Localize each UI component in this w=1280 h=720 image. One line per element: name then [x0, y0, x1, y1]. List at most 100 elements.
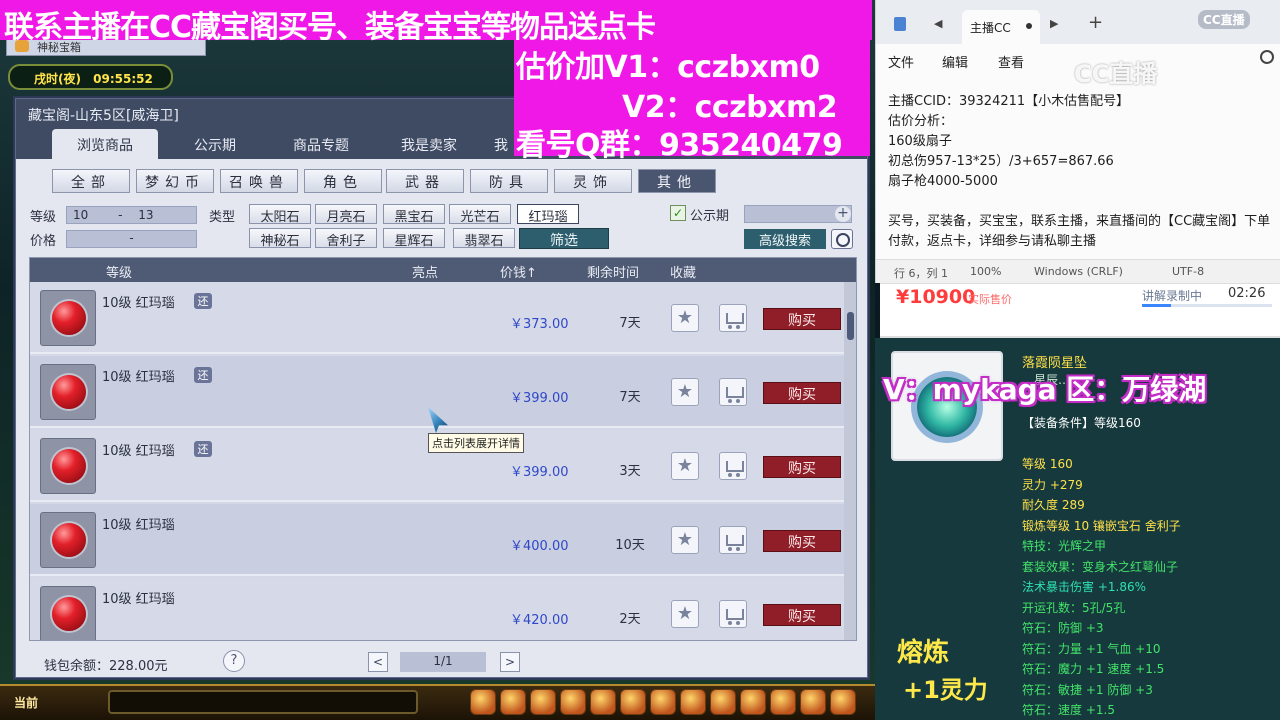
type-light-stone[interactable]: 光芒石 — [449, 204, 511, 225]
chevron-left-icon[interactable]: ◀ — [934, 17, 942, 30]
chat-input[interactable] — [108, 690, 418, 714]
current-channel-label[interactable]: 当前 — [14, 694, 38, 711]
buy-button[interactable]: 购买 — [763, 604, 841, 626]
star-icon[interactable]: ★ — [671, 378, 699, 406]
type-red-agate[interactable]: 红玛瑙 — [517, 204, 579, 225]
filter-button[interactable]: 筛选 — [519, 228, 609, 249]
type-sarira[interactable]: 舍利子 — [315, 228, 377, 249]
table-row[interactable]: 10级 红玛瑙 ￥400.00 10天 ★ 购买 — [30, 504, 845, 576]
star-icon[interactable]: ★ — [671, 304, 699, 332]
level-range-input[interactable]: 10 - 13 — [66, 206, 197, 224]
unsaved-dot-icon[interactable] — [1026, 23, 1032, 29]
shop-icon[interactable] — [710, 689, 736, 715]
type-sunstone[interactable]: 太阳石 — [249, 204, 311, 225]
buy-button[interactable]: 购买 — [763, 456, 841, 478]
cart-icon[interactable] — [719, 378, 747, 406]
public-period-checkbox[interactable]: ✓ — [670, 205, 686, 221]
col-time-left[interactable]: 剩余时间 — [587, 262, 639, 281]
buy-button[interactable]: 购买 — [763, 382, 841, 404]
tab-topics[interactable]: 商品专题 — [268, 129, 374, 159]
zoom-level: 100% — [970, 265, 1002, 278]
notepad-tab[interactable]: 主播CC — [962, 10, 1040, 44]
bag-icon[interactable] — [500, 689, 526, 715]
category-pets[interactable]: 召唤兽 — [220, 169, 298, 193]
smile-icon[interactable] — [800, 689, 826, 715]
tab-public[interactable]: 公示期 — [162, 129, 268, 159]
plus-icon[interactable]: + — [835, 206, 851, 222]
category-accessories[interactable]: 灵饰 — [554, 169, 632, 193]
item-name: 10级 红玛瑙 — [102, 592, 175, 607]
cart-icon[interactable] — [719, 452, 747, 480]
guild-icon[interactable] — [590, 689, 616, 715]
help-icon[interactable]: ? — [223, 650, 245, 672]
buy-button[interactable]: 购买 — [763, 308, 841, 330]
cart-icon[interactable] — [719, 526, 747, 554]
menu-view[interactable]: 查看 — [998, 52, 1024, 71]
gift-icon[interactable] — [770, 689, 796, 715]
tab-mine[interactable]: 我 — [486, 129, 516, 159]
type-black-gem[interactable]: 黑宝石 — [383, 204, 445, 225]
item-price: ￥399.00 — [510, 391, 569, 406]
item-stat-line: 等级 160 — [1022, 457, 1073, 471]
category-armor[interactable]: 防具 — [470, 169, 548, 193]
clock-icon[interactable] — [831, 229, 853, 249]
type-moonstone[interactable]: 月亮石 — [315, 204, 377, 225]
friend-icon[interactable] — [680, 689, 706, 715]
cart-icon[interactable] — [719, 304, 747, 332]
menu-edit[interactable]: 编辑 — [942, 52, 968, 71]
next-page-button[interactable]: > — [500, 652, 520, 672]
notepad-text-area[interactable]: 主播CCID：39324211【小木估售配号】 估价分析： 160级扇子 初总伤… — [888, 92, 1273, 252]
treasure-pavilion-window: 藏宝阁-山东5区[威海卫] 浏览商品 公示期 商品专题 我是卖家 我 全部 梦幻… — [15, 98, 868, 678]
cursor-position: 行 6，列 1 — [894, 267, 948, 280]
prev-page-button[interactable]: < — [368, 652, 388, 672]
level-separator: - — [118, 208, 123, 222]
item-price: ￥420.00 — [510, 613, 569, 628]
category-all[interactable]: 全部 — [52, 169, 130, 193]
team-icon[interactable] — [560, 689, 586, 715]
tab-browse[interactable]: 浏览商品 — [52, 129, 158, 159]
price-range-input[interactable]: - — [66, 230, 197, 248]
item-stat-line: 特技：光辉之甲 — [1022, 539, 1107, 553]
level-from: 10 — [73, 208, 89, 222]
col-highlight[interactable]: 亮点 — [412, 262, 438, 281]
menu-file[interactable]: 文件 — [888, 52, 914, 71]
col-price[interactable]: 价钱↑ — [500, 262, 537, 281]
settings-icon[interactable] — [830, 689, 856, 715]
category-weapons[interactable]: 武器 — [386, 169, 464, 193]
star-icon[interactable]: ★ — [671, 600, 699, 628]
pet-icon[interactable] — [530, 689, 556, 715]
cart-icon[interactable] — [719, 600, 747, 628]
type-emerald[interactable]: 翡翠石 — [453, 228, 515, 249]
type-star-stone[interactable]: 星辉石 — [383, 228, 445, 249]
star-icon[interactable]: ★ — [671, 452, 699, 480]
advanced-search-button[interactable]: 高级搜索 — [744, 229, 826, 249]
note-line: 扇子枪4000-5000 — [888, 174, 998, 189]
new-tab-icon[interactable]: + — [1088, 12, 1103, 33]
table-row[interactable]: 10级 红玛瑙 还 ￥373.00 7天 ★ 购买 — [30, 282, 845, 354]
cc-watermark: CC直播 — [1074, 60, 1158, 88]
category-coins[interactable]: 梦幻币 — [136, 169, 214, 193]
page-indicator: 1/1 — [400, 652, 486, 672]
map-icon[interactable] — [740, 689, 766, 715]
category-other[interactable]: 其他 — [638, 169, 716, 193]
item-time-left: 10天 — [615, 538, 645, 553]
item-name: 10级 红玛瑙 — [102, 296, 175, 311]
list-scrollbar[interactable] — [844, 282, 856, 640]
clock-time: 09:55:52 — [93, 72, 153, 86]
type-mystic-stone[interactable]: 神秘石 — [249, 228, 311, 249]
chevron-right-icon[interactable]: ▶ — [1050, 17, 1058, 30]
gear-icon[interactable] — [1260, 50, 1274, 64]
quest-icon[interactable] — [620, 689, 646, 715]
red-agate-icon — [52, 301, 86, 335]
col-level[interactable]: 等级 — [106, 262, 132, 281]
mail-icon[interactable] — [650, 689, 676, 715]
tab-seller[interactable]: 我是卖家 — [376, 129, 482, 159]
star-icon[interactable]: ★ — [671, 526, 699, 554]
buy-button[interactable]: 购买 — [763, 530, 841, 552]
sword-icon[interactable] — [470, 689, 496, 715]
wallet-balance: 钱包余额：228.00元 — [44, 659, 168, 674]
table-row[interactable]: 10级 红玛瑙 ￥420.00 2天 ★ 购买 — [30, 578, 845, 640]
scroll-thumb[interactable] — [847, 312, 854, 340]
col-favorite[interactable]: 收藏 — [670, 262, 696, 281]
category-characters[interactable]: 角色 — [304, 169, 382, 193]
